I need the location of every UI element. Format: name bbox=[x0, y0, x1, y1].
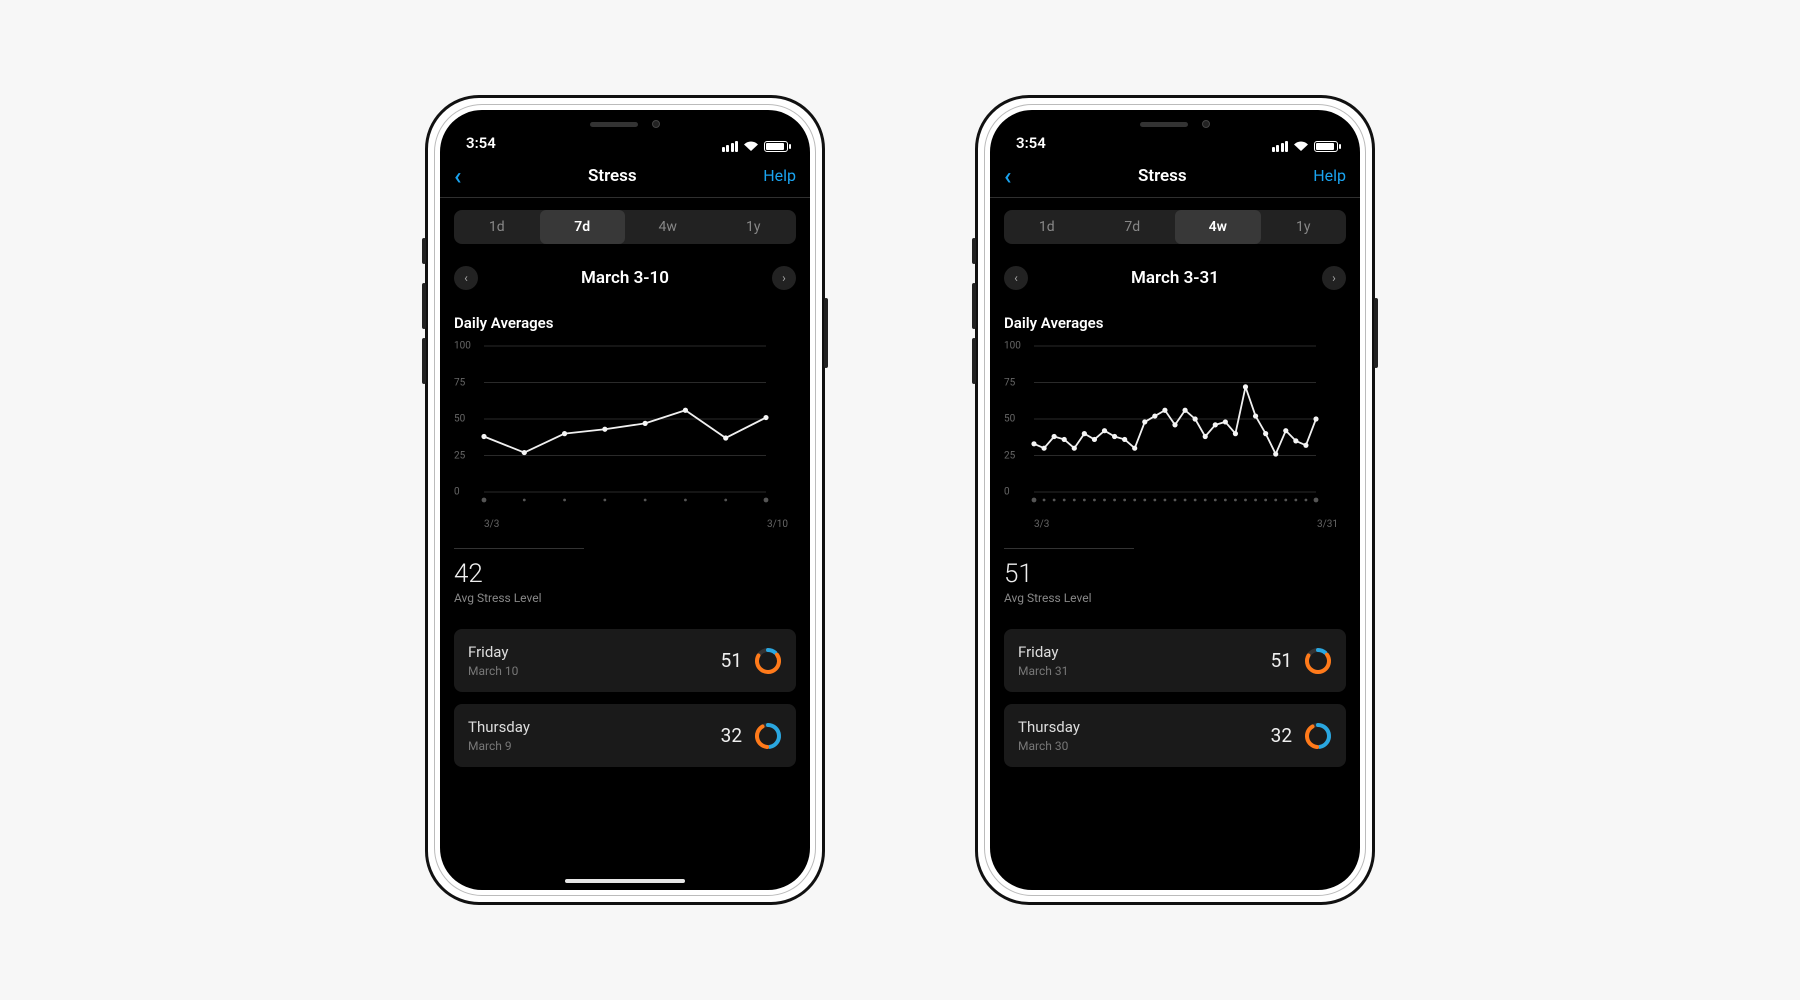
hardware-button bbox=[824, 298, 828, 368]
range-segmented-control[interactable]: 1d7d4w1y bbox=[454, 210, 796, 244]
avg-stress-value: 42 bbox=[454, 559, 796, 589]
back-button[interactable]: ‹ bbox=[1004, 164, 1011, 188]
status-time: 3:54 bbox=[1016, 134, 1046, 152]
stress-chart: 0 25 50 75 100 3/3 3/31 bbox=[1004, 338, 1346, 528]
nav-title: Stress bbox=[588, 166, 637, 186]
screen: 3:54 ‹ Stress Help 1d7d4w1y ‹ March 3-10 › Daily… bbox=[440, 110, 810, 890]
segment-7d[interactable]: 7d bbox=[540, 210, 626, 244]
x-start-label: 3/3 bbox=[1034, 519, 1049, 530]
nav-bar: ‹ Stress Help bbox=[990, 154, 1360, 198]
hardware-button bbox=[422, 283, 426, 329]
wifi-icon bbox=[1293, 140, 1309, 152]
hardware-button bbox=[1374, 298, 1378, 368]
hardware-button bbox=[422, 338, 426, 384]
phone-mockup: 3:54 ‹ Stress Help 1d7d4w1y ‹ March 3-10 › Daily… bbox=[425, 95, 825, 905]
day-list: Friday March 10 51 Thursday March 9 32 bbox=[454, 629, 796, 767]
prev-range-button[interactable]: ‹ bbox=[1004, 266, 1028, 290]
y-tick-label: 0 bbox=[454, 487, 460, 498]
hardware-button bbox=[972, 338, 976, 384]
day-weekday: Friday bbox=[468, 643, 518, 661]
notch bbox=[1085, 110, 1265, 138]
avg-stress-block: 51 Avg Stress Level bbox=[1004, 548, 1346, 605]
section-title: Daily Averages bbox=[1004, 314, 1346, 332]
cellular-icon bbox=[722, 141, 739, 152]
range-segmented-control[interactable]: 1d7d4w1y bbox=[1004, 210, 1346, 244]
day-value: 51 bbox=[721, 649, 742, 672]
date-range-label: March 3-10 bbox=[581, 268, 669, 288]
segment-4w[interactable]: 4w bbox=[1175, 210, 1261, 244]
hardware-button bbox=[972, 283, 976, 329]
back-button[interactable]: ‹ bbox=[454, 164, 461, 188]
date-range-row: ‹ March 3-10 › bbox=[440, 252, 810, 298]
stress-ring-icon bbox=[754, 647, 782, 675]
y-tick-label: 25 bbox=[454, 450, 465, 461]
front-camera bbox=[652, 120, 660, 128]
status-time: 3:54 bbox=[466, 134, 496, 152]
help-link[interactable]: Help bbox=[1313, 166, 1346, 185]
next-range-button[interactable]: › bbox=[772, 266, 796, 290]
stress-ring-icon bbox=[754, 722, 782, 750]
cellular-icon bbox=[1272, 141, 1289, 152]
day-card[interactable]: Thursday March 30 32 bbox=[1004, 704, 1346, 767]
day-weekday: Thursday bbox=[1018, 718, 1080, 736]
date-range-label: March 3-31 bbox=[1131, 268, 1219, 288]
screen: 3:54 ‹ Stress Help 1d7d4w1y ‹ March 3-31 › Daily… bbox=[990, 110, 1360, 890]
segment-1d[interactable]: 1d bbox=[1004, 210, 1090, 244]
y-tick-label: 100 bbox=[1004, 341, 1021, 352]
day-value: 32 bbox=[1271, 724, 1292, 747]
stress-ring-icon bbox=[1304, 722, 1332, 750]
y-tick-label: 75 bbox=[454, 377, 465, 388]
speaker-grille bbox=[590, 122, 638, 127]
y-tick-label: 25 bbox=[1004, 450, 1015, 461]
front-camera bbox=[1202, 120, 1210, 128]
day-date: March 30 bbox=[1018, 739, 1080, 753]
hardware-button bbox=[972, 238, 976, 264]
avg-stress-caption: Avg Stress Level bbox=[454, 591, 796, 605]
segment-1d[interactable]: 1d bbox=[454, 210, 540, 244]
battery-icon bbox=[764, 141, 788, 152]
home-indicator bbox=[565, 879, 685, 883]
day-value: 32 bbox=[721, 724, 742, 747]
speaker-grille bbox=[1140, 122, 1188, 127]
day-card[interactable]: Friday March 10 51 bbox=[454, 629, 796, 692]
help-link[interactable]: Help bbox=[763, 166, 796, 185]
section-title: Daily Averages bbox=[454, 314, 796, 332]
nav-bar: ‹ Stress Help bbox=[440, 154, 810, 198]
day-value: 51 bbox=[1271, 649, 1292, 672]
segment-1y[interactable]: 1y bbox=[1261, 210, 1347, 244]
segment-4w[interactable]: 4w bbox=[625, 210, 711, 244]
next-range-button[interactable]: › bbox=[1322, 266, 1346, 290]
date-range-row: ‹ March 3-31 › bbox=[990, 252, 1360, 298]
x-end-label: 3/31 bbox=[1317, 519, 1338, 530]
day-card[interactable]: Friday March 31 51 bbox=[1004, 629, 1346, 692]
y-tick-label: 50 bbox=[454, 414, 465, 425]
day-date: March 31 bbox=[1018, 664, 1068, 678]
segment-7d[interactable]: 7d bbox=[1090, 210, 1176, 244]
day-date: March 10 bbox=[468, 664, 518, 678]
stress-chart: 0 25 50 75 100 3/3 3/10 bbox=[454, 338, 796, 528]
y-tick-label: 0 bbox=[1004, 487, 1010, 498]
avg-stress-value: 51 bbox=[1004, 559, 1346, 589]
x-end-label: 3/10 bbox=[767, 519, 788, 530]
day-date: March 9 bbox=[468, 739, 530, 753]
stress-ring-icon bbox=[1304, 647, 1332, 675]
y-tick-label: 100 bbox=[454, 341, 471, 352]
nav-title: Stress bbox=[1138, 166, 1187, 186]
battery-icon bbox=[1314, 141, 1338, 152]
notch bbox=[535, 110, 715, 138]
avg-stress-caption: Avg Stress Level bbox=[1004, 591, 1346, 605]
wifi-icon bbox=[743, 140, 759, 152]
day-list: Friday March 31 51 Thursday March 30 32 bbox=[1004, 629, 1346, 767]
phone-mockup: 3:54 ‹ Stress Help 1d7d4w1y ‹ March 3-31 › Daily… bbox=[975, 95, 1375, 905]
day-weekday: Friday bbox=[1018, 643, 1068, 661]
avg-stress-block: 42 Avg Stress Level bbox=[454, 548, 796, 605]
prev-range-button[interactable]: ‹ bbox=[454, 266, 478, 290]
day-weekday: Thursday bbox=[468, 718, 530, 736]
y-tick-label: 50 bbox=[1004, 414, 1015, 425]
segment-1y[interactable]: 1y bbox=[711, 210, 797, 244]
day-card[interactable]: Thursday March 9 32 bbox=[454, 704, 796, 767]
hardware-button bbox=[422, 238, 426, 264]
x-start-label: 3/3 bbox=[484, 519, 499, 530]
y-tick-label: 75 bbox=[1004, 377, 1015, 388]
